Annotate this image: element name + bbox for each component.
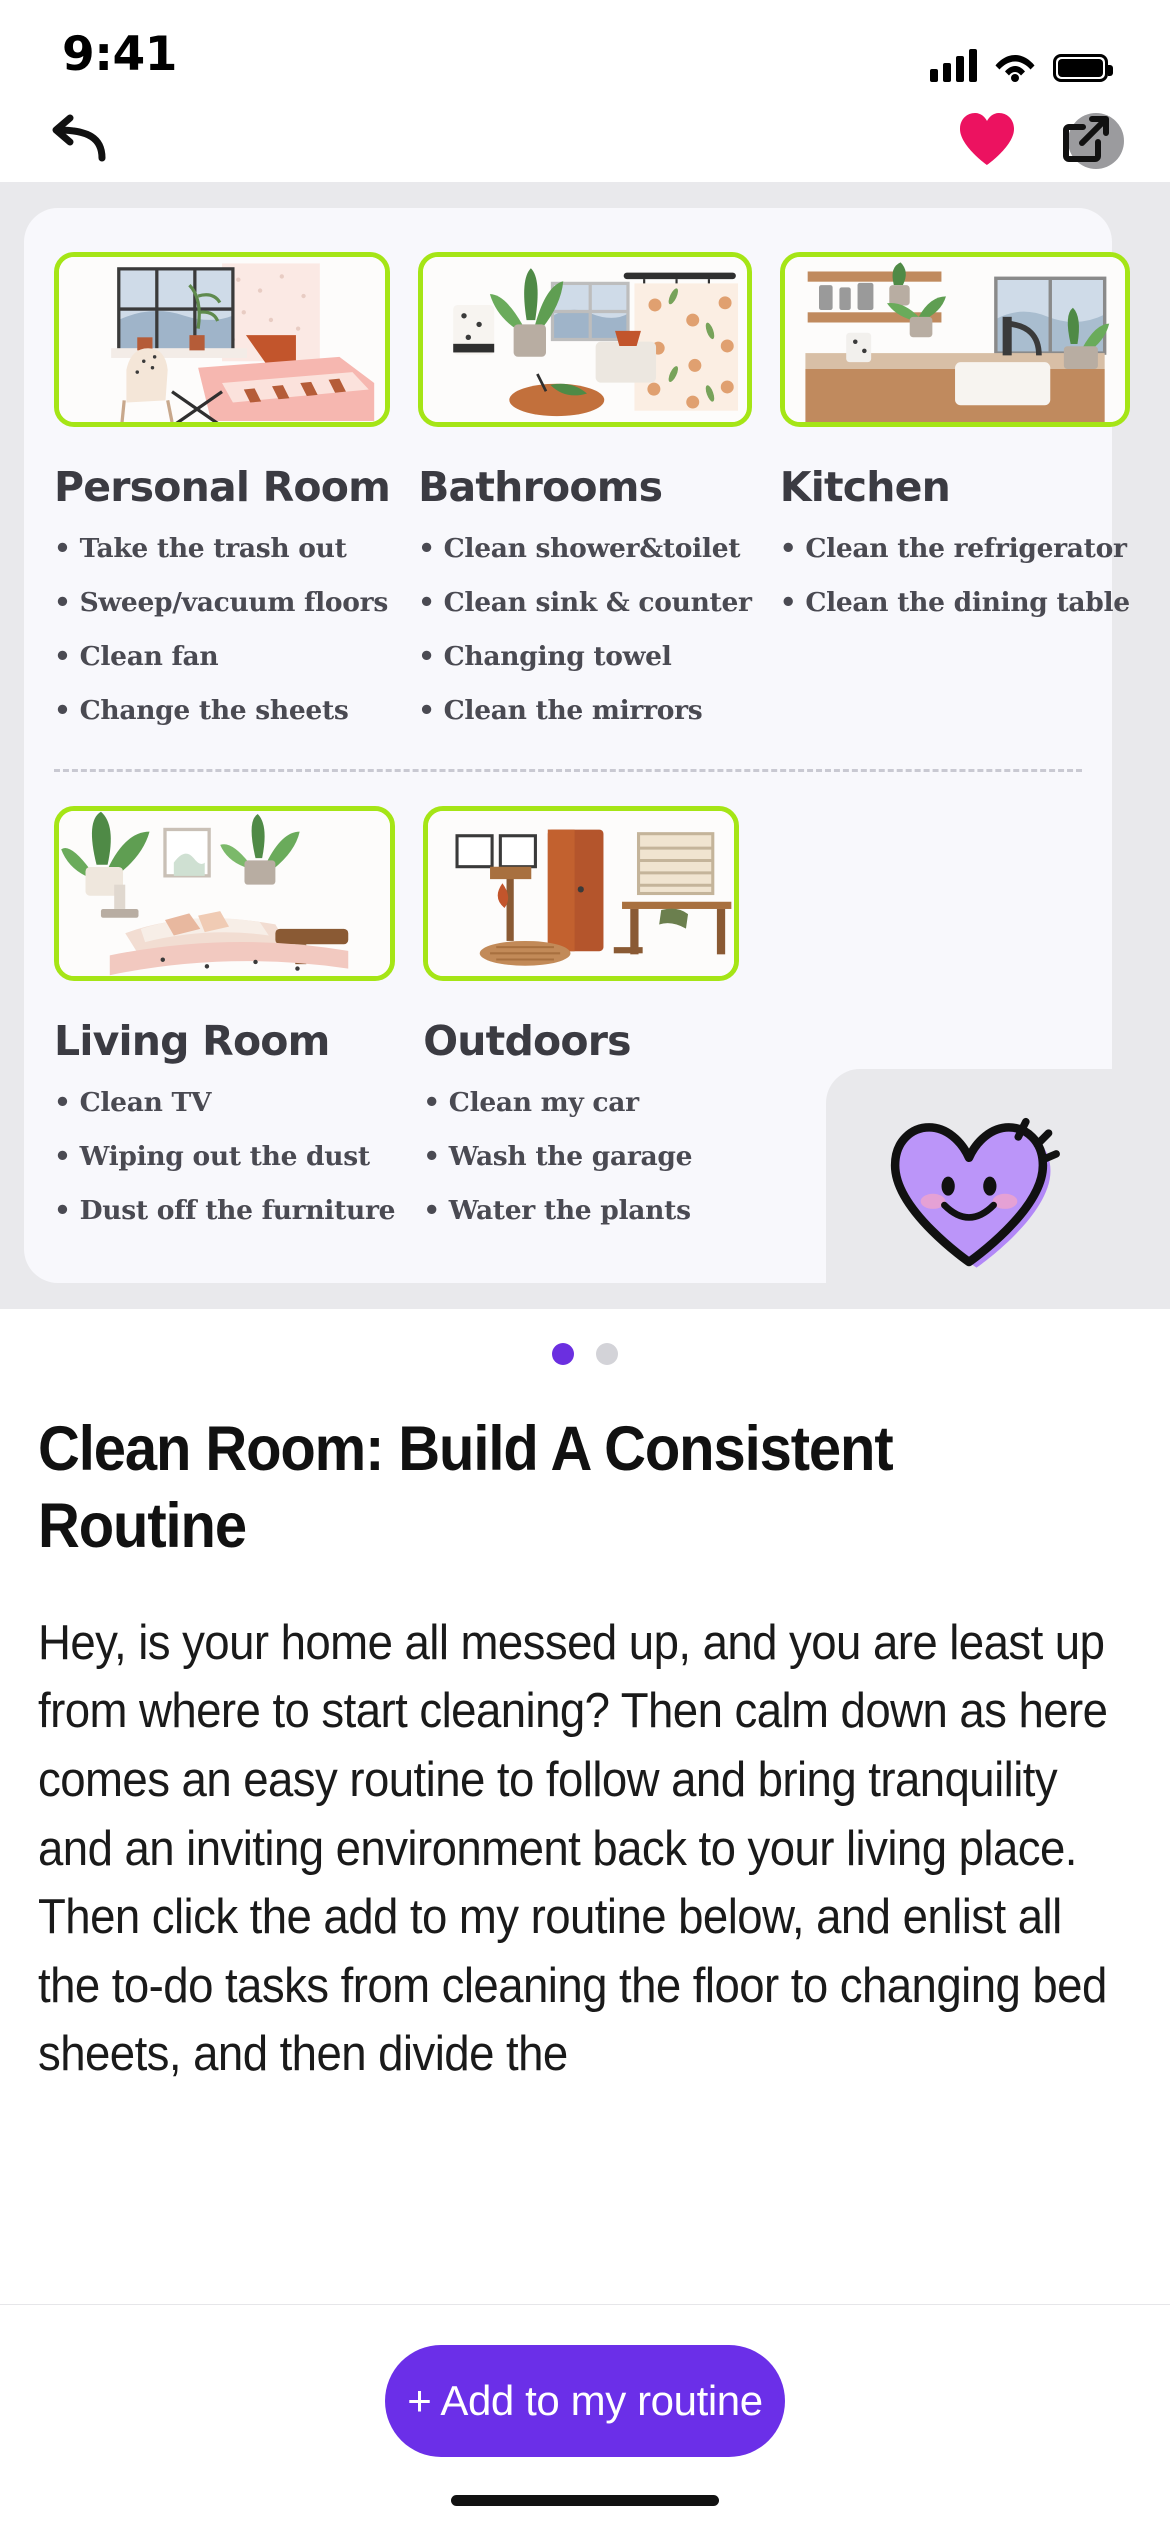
room-title: Personal Room bbox=[54, 463, 391, 511]
pagination-dot-1[interactable] bbox=[552, 1343, 574, 1365]
carousel-pagination[interactable] bbox=[0, 1309, 1170, 1385]
nav-actions bbox=[956, 105, 1124, 173]
back-arrow-icon[interactable] bbox=[44, 112, 110, 166]
article-paragraph-2: Then click the add to my routine below, … bbox=[38, 1890, 1107, 2082]
bathroom-illustration bbox=[418, 252, 752, 427]
task-item: Clean fan bbox=[54, 641, 390, 672]
task-item: Clean the mirrors bbox=[418, 695, 752, 726]
task-item: Dust off the furniture bbox=[54, 1195, 396, 1226]
room-task-list: Clean shower&toilet Clean sink & counter… bbox=[418, 533, 752, 726]
section-divider bbox=[54, 769, 1083, 772]
task-item: Water the plants bbox=[423, 1195, 739, 1226]
share-external-icon[interactable] bbox=[1052, 105, 1124, 173]
room-title: Bathrooms bbox=[418, 463, 663, 511]
hero-section: Personal Room Take the trash out Sweep/v… bbox=[0, 182, 1170, 1309]
living-room-illustration bbox=[54, 806, 396, 981]
bedroom-illustration bbox=[54, 252, 391, 427]
smiling-heart-mascot-icon bbox=[826, 1069, 1113, 1309]
room-title: Kitchen bbox=[779, 463, 951, 511]
task-item: Take the trash out bbox=[54, 533, 390, 564]
task-item: Changing towel bbox=[418, 641, 752, 672]
rooms-grid-row-1: Personal Room Take the trash out Sweep/v… bbox=[54, 252, 1130, 749]
cellular-bars-icon bbox=[930, 48, 977, 82]
room-title: Living Room bbox=[54, 1017, 330, 1065]
add-to-my-routine-button[interactable]: + Add to my routine bbox=[385, 2345, 785, 2457]
pagination-dot-2[interactable] bbox=[596, 1343, 618, 1365]
rooms-card: Personal Room Take the trash out Sweep/v… bbox=[24, 208, 1130, 1309]
task-item: Clean my car bbox=[423, 1087, 739, 1118]
task-item: Clean the refrigerator bbox=[780, 533, 1130, 564]
room-task-list: Clean my car Wash the garage Water the p… bbox=[423, 1087, 739, 1226]
room-cell-living-room[interactable]: Living Room Clean TV Wiping out the dust… bbox=[54, 806, 396, 1249]
status-icons bbox=[930, 48, 1113, 82]
kitchen-illustration bbox=[779, 252, 1130, 427]
room-task-list: Take the trash out Sweep/vacuum floors C… bbox=[54, 533, 390, 726]
page-title: Clean Room: Build A Consistent Routine bbox=[38, 1414, 894, 1561]
footer-bar: + Add to my routine bbox=[0, 2304, 1170, 2532]
room-task-list: Clean TV Wiping out the dust Dust off th… bbox=[54, 1087, 396, 1226]
article-body: Hey, is your home all messed up, and you… bbox=[38, 1609, 1127, 2089]
task-item: Change the sheets bbox=[54, 695, 390, 726]
room-cell-kitchen[interactable]: Kitchen Clean the refrigerator Clean the… bbox=[779, 252, 1130, 749]
room-cell-bathrooms[interactable]: Bathrooms Clean shower&toilet Clean sink… bbox=[418, 252, 752, 749]
status-bar: 9:41 bbox=[0, 0, 1170, 96]
outdoors-illustration bbox=[423, 806, 739, 981]
room-cell-outdoors[interactable]: Outdoors Clean my car Wash the garage Wa… bbox=[423, 806, 739, 1249]
task-item: Wiping out the dust bbox=[54, 1141, 395, 1172]
home-indicator bbox=[451, 2495, 719, 2506]
nav-bar bbox=[0, 96, 1170, 182]
status-time: 9:41 bbox=[62, 27, 177, 82]
wifi-icon bbox=[994, 50, 1036, 82]
article-paragraph-1: Hey, is your home all messed up, and you… bbox=[38, 1615, 1108, 1876]
task-item: Sweep/vacuum floors bbox=[54, 587, 390, 618]
task-item: Clean shower&toilet bbox=[418, 533, 752, 564]
task-item: Clean the dining table bbox=[780, 587, 1130, 618]
battery-full-icon bbox=[1053, 54, 1113, 82]
room-task-list: Clean the refrigerator Clean the dining … bbox=[780, 533, 1130, 618]
task-item: Clean TV bbox=[54, 1087, 395, 1118]
task-item: Wash the garage bbox=[423, 1141, 739, 1172]
article-section: Clean Room: Build A Consistent Routine H… bbox=[0, 1385, 1170, 2089]
room-cell-personal-room[interactable]: Personal Room Take the trash out Sweep/v… bbox=[54, 252, 391, 749]
room-title: Outdoors bbox=[423, 1017, 631, 1065]
heart-filled-icon[interactable] bbox=[956, 110, 1018, 168]
task-item: Clean sink & counter bbox=[418, 587, 752, 618]
